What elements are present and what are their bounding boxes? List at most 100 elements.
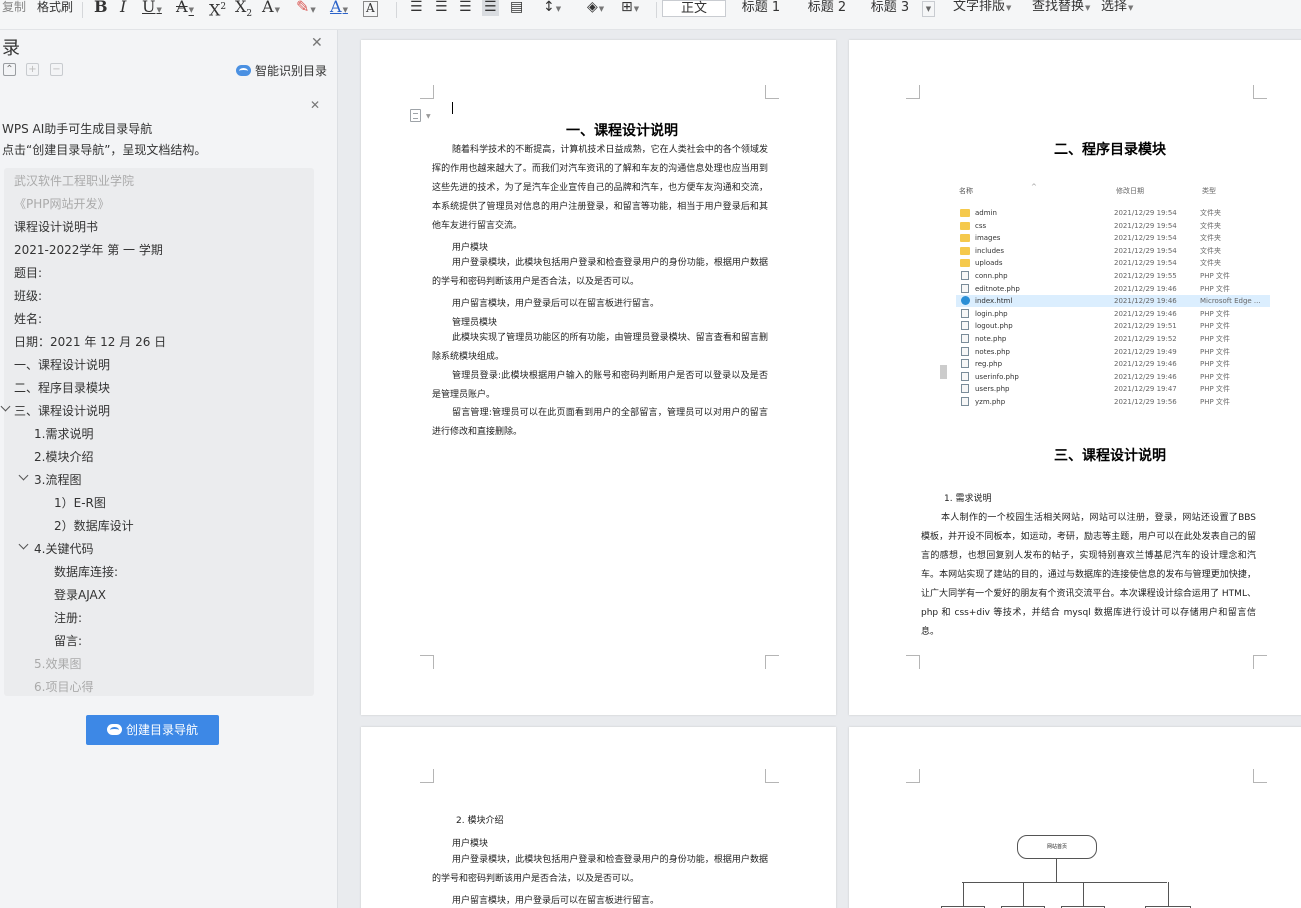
distribute-icon[interactable]: ▤ xyxy=(510,0,523,16)
toc-item[interactable]: 1.需求说明 xyxy=(34,425,93,442)
panel-title: 录 xyxy=(2,38,20,59)
shading-icon[interactable]: ◈▼ xyxy=(587,0,604,16)
file-type: PHP 文件 xyxy=(1200,360,1230,369)
file-row: login.php 2021/12/29 19:46 PHP 文件 xyxy=(956,308,1270,320)
select-button[interactable]: 选择▼ xyxy=(1101,0,1133,16)
ribbon-toolbar: 复制 格式刷 B I U▼ A▼ X2 X2 A▼ ✎▼ A▼ A ☰ ☰ ☰ … xyxy=(0,0,1301,30)
toc-item[interactable]: 3.流程图 xyxy=(34,471,81,488)
page-4[interactable]: 网站首页首页简介留言板注册/登录 xyxy=(849,727,1301,908)
close-panel-icon[interactable]: ✕ xyxy=(311,36,323,50)
styles-more-icon[interactable]: ▼ xyxy=(922,1,935,17)
style-heading2[interactable]: 标题 2 xyxy=(796,0,858,17)
toc-item[interactable]: 4.关键代码 xyxy=(34,540,93,557)
toc-item[interactable]: 注册: xyxy=(54,609,82,626)
design-heading: 三、课程设计说明 xyxy=(1054,448,1166,464)
toc-item[interactable]: 班级: xyxy=(14,287,42,304)
toc-item[interactable]: 登录AJAX xyxy=(54,586,106,603)
toc-item[interactable]: 武汉软件工程职业学院 xyxy=(14,172,134,189)
toc-item[interactable]: 一、课程设计说明 xyxy=(14,356,110,373)
align-right-icon[interactable]: ☰ xyxy=(459,0,472,16)
chevron-down-icon[interactable] xyxy=(18,470,29,481)
smart-toc-button[interactable]: 智能识别目录 xyxy=(236,63,327,79)
style-normal[interactable]: 正文 xyxy=(662,0,726,17)
underline-icon[interactable]: U▼ xyxy=(142,0,162,16)
subscript-icon[interactable]: X2 xyxy=(235,0,252,19)
bold-icon[interactable]: B xyxy=(94,0,108,16)
font-effect-icon[interactable]: A▼ xyxy=(262,0,280,16)
superscript-icon[interactable]: X2 xyxy=(209,0,226,18)
italic-icon[interactable]: I xyxy=(120,0,126,16)
toc-item[interactable]: 题目: xyxy=(14,264,42,281)
sort-asc-icon: ^ xyxy=(1031,183,1037,191)
toc-item[interactable]: 课程设计说明书 xyxy=(14,218,98,235)
document-canvas[interactable]: ▼ 一、课程设计说明 随着科学技术的不断提高，计算机技术日益成熟，它在人类社会中… xyxy=(339,30,1301,908)
dropdown-caret-icon[interactable]: ▼ xyxy=(426,113,431,120)
req-title: 1. 需求说明 xyxy=(944,494,992,504)
shrink-icon[interactable]: − xyxy=(50,63,63,76)
admin-desc-paragraph: 此模块实现了管理员功能区的所有功能，由管理员登录模块、留言查看和留言删除系统模块… xyxy=(432,333,768,362)
toc-item[interactable]: 三、课程设计说明 xyxy=(14,402,110,419)
col-type: 类型 xyxy=(1202,187,1216,195)
page-1[interactable]: ▼ 一、课程设计说明 随着科学技术的不断提高，计算机技术日益成熟，它在人类社会中… xyxy=(361,40,836,715)
toc-item[interactable]: 6.项目心得 xyxy=(34,678,93,695)
font-color-icon[interactable]: A▼ xyxy=(330,0,348,16)
flow-connector xyxy=(1023,882,1024,906)
chevron-down-icon[interactable] xyxy=(18,539,29,550)
file-type: PHP 文件 xyxy=(1200,347,1230,356)
file-row: includes 2021/12/29 19:54 文件夹 xyxy=(956,245,1270,257)
format-painter-button[interactable]: 格式刷 xyxy=(37,0,73,16)
file-type: PHP 文件 xyxy=(1200,322,1230,331)
file-row: index.html 2021/12/29 19:46 Microsoft Edge… xyxy=(956,295,1270,308)
copy-button[interactable]: 复制 xyxy=(2,0,26,16)
toc-item[interactable]: 留言: xyxy=(54,632,82,649)
php-icon xyxy=(961,384,969,394)
dir-module-heading: 二、程序目录模块 xyxy=(1054,142,1166,158)
file-name: userinfo.php xyxy=(975,372,1019,381)
char-border-icon[interactable]: A xyxy=(363,1,378,17)
user-login-paragraph: 用户登录模块，此模块包括用户登录和检查登录用户的身份功能，根据用户数据的学号和密… xyxy=(432,258,768,287)
justify-icon[interactable]: ☰ xyxy=(482,0,499,16)
align-center-icon[interactable]: ☰ xyxy=(435,0,448,16)
file-row: reg.php 2021/12/29 19:46 PHP 文件 xyxy=(956,358,1270,370)
align-left-icon[interactable]: ☰ xyxy=(410,0,423,16)
borders-icon[interactable]: ⊞▼ xyxy=(621,0,639,16)
toc-item[interactable]: 2）数据库设计 xyxy=(54,517,134,534)
toc-item[interactable]: 二、程序目录模块 xyxy=(14,379,110,396)
strikethrough-icon[interactable]: A▼ xyxy=(176,0,194,16)
folder-icon xyxy=(960,221,970,230)
create-toc-button[interactable]: 创建目录导航 xyxy=(86,715,219,745)
toc-item[interactable]: 1）E-R图 xyxy=(54,494,106,511)
toc-item[interactable]: 2021-2022学年 第 一 学期 xyxy=(14,241,163,258)
user-msg-paragraph: 用户留言模块，用户登录后可以在留言板进行留言。 xyxy=(452,299,660,309)
php-icon xyxy=(961,283,969,293)
toc-item[interactable]: 2.模块介绍 xyxy=(34,448,93,465)
toc-item[interactable]: 数据库连接: xyxy=(54,563,118,580)
admin-module-title: 管理员模块 xyxy=(452,318,498,328)
find-replace-button[interactable]: 查找替换▼ xyxy=(1032,0,1090,16)
file-row: users.php 2021/12/29 19:47 PHP 文件 xyxy=(956,383,1270,395)
expand-icon[interactable]: + xyxy=(26,63,39,76)
highlight-icon[interactable]: ✎▼ xyxy=(296,0,316,16)
document-icon[interactable] xyxy=(410,109,421,122)
toc-item[interactable]: 5.效果图 xyxy=(34,655,81,672)
style-heading1[interactable]: 标题 1 xyxy=(730,0,792,17)
toc-item[interactable]: 姓名: xyxy=(14,310,42,327)
file-date: 2021/12/29 19:51 xyxy=(1114,322,1177,331)
text-layout-button[interactable]: 文字排版▼ xyxy=(953,0,1011,16)
close-tip-icon[interactable]: ✕ xyxy=(310,98,320,112)
line-spacing-icon[interactable]: ↕▼ xyxy=(543,0,561,16)
flow-connector xyxy=(963,882,964,906)
module-intro-title: 2. 模块介绍 xyxy=(456,816,504,826)
flow-connector xyxy=(1168,882,1169,906)
chevron-down-icon[interactable] xyxy=(0,401,11,412)
toc-item[interactable]: 《PHP网站开发》 xyxy=(14,195,110,212)
file-name: users.php xyxy=(975,385,1010,394)
col-date: 修改日期 xyxy=(1116,187,1144,195)
collapse-all-icon[interactable]: ⌃ xyxy=(3,63,16,76)
create-toc-label: 创建目录导航 xyxy=(125,723,198,737)
page-2[interactable]: 二、程序目录模块 名称 ^ 修改日期 类型 admin 2021/12/29 19… xyxy=(849,40,1301,715)
page-3[interactable]: 2. 模块介绍 用户模块 用户登录模块，此模块包括用户登录和检查登录用户的身份功… xyxy=(361,727,836,908)
file-date: 2021/12/29 19:46 xyxy=(1114,372,1177,381)
style-heading3[interactable]: 标题 3 xyxy=(862,0,918,17)
toc-item[interactable]: 日期：2021 年 12 月 26 日 xyxy=(14,333,166,350)
